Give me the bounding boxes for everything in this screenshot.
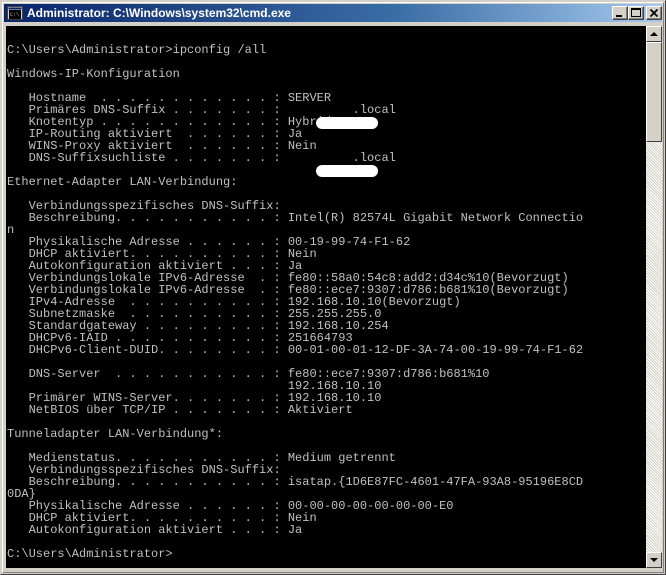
- redaction-mark: [316, 165, 378, 177]
- maximize-button[interactable]: [628, 6, 644, 20]
- cmd-window: C:\ Administrator: C:\Windows\system32\c…: [0, 0, 666, 575]
- arrow-up-icon: [650, 32, 658, 36]
- close-button[interactable]: [646, 6, 662, 20]
- vertical-scrollbar[interactable]: [646, 26, 662, 568]
- minimize-button[interactable]: [612, 6, 628, 20]
- arrow-down-icon: [650, 558, 658, 562]
- window-title: Administrator: C:\Windows\system32\cmd.e…: [27, 6, 291, 20]
- svg-text:C:\: C:\: [10, 12, 19, 18]
- scroll-up-button[interactable]: [646, 26, 662, 42]
- scroll-down-button[interactable]: [646, 552, 662, 568]
- console-output-area[interactable]: C:\Users\Administrator>ipconfig /all Win…: [6, 26, 646, 568]
- cmd-icon: C:\: [7, 6, 23, 20]
- redaction-mark: [316, 117, 378, 129]
- close-icon: [649, 8, 659, 18]
- maximize-icon: [631, 8, 641, 17]
- console-text: C:\Users\Administrator>ipconfig /all Win…: [7, 43, 584, 561]
- title-bar[interactable]: C:\ Administrator: C:\Windows\system32\c…: [4, 4, 662, 22]
- scroll-thumb[interactable]: [646, 42, 662, 142]
- minimize-icon: [616, 15, 622, 17]
